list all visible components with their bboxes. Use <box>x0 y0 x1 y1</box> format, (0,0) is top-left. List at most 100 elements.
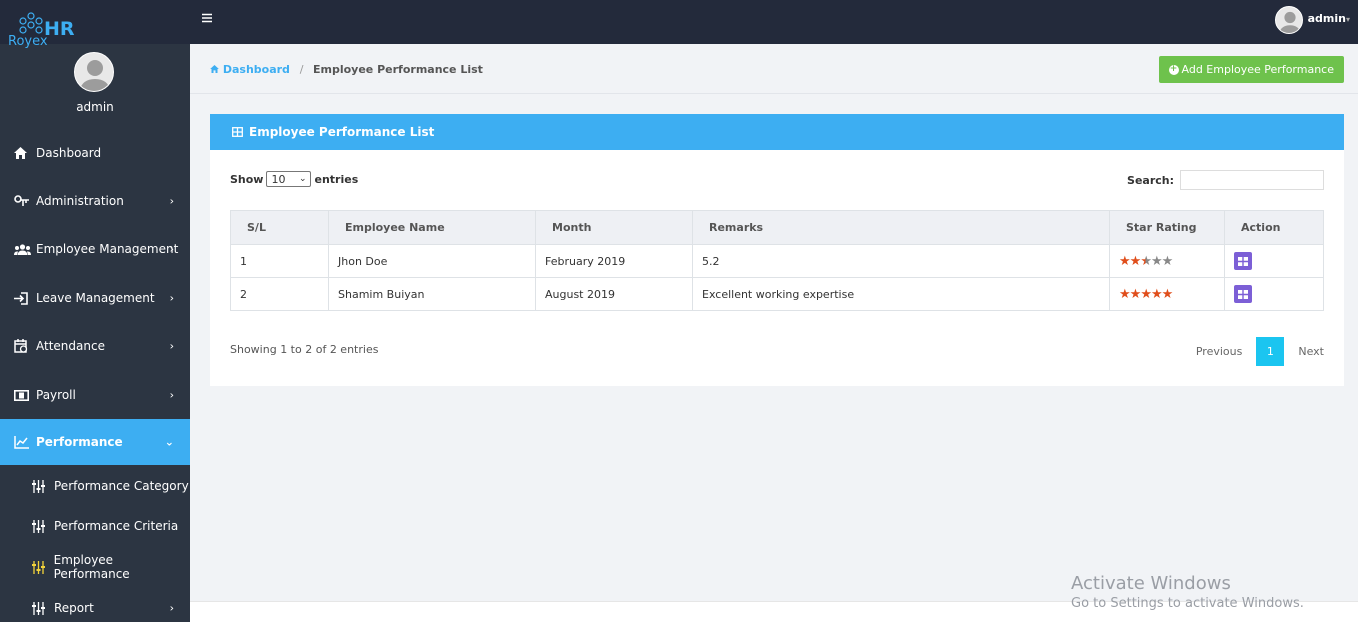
money-bill-icon <box>14 388 32 402</box>
star-icon: ★ <box>1150 253 1163 269</box>
entries-label: entries <box>314 172 359 186</box>
star-icon: ★ <box>1150 286 1163 302</box>
search-label: Search: <box>1127 173 1174 187</box>
entries-select-value: 10 <box>271 172 286 186</box>
card-title: Employee Performance List <box>249 125 435 139</box>
table-row: 2 Shamim Buiyan August 2019 Excellent wo… <box>230 277 1324 311</box>
sidebar-item-label: Administration <box>36 194 124 208</box>
table-row: 1 Jhon Doe February 2019 5.2 ★★★★★ <box>230 244 1324 278</box>
chevron-down-icon: ⌄ <box>298 174 307 184</box>
cell-month: February 2019 <box>535 244 693 278</box>
logo-royex-text: Royex <box>8 34 48 49</box>
chevron-right-icon: › <box>169 242 174 256</box>
sidebar-item-label: Performance <box>36 435 123 449</box>
star-icon: ★ <box>1119 253 1131 269</box>
cell-star-rating: ★★★★★ <box>1109 277 1225 311</box>
view-button[interactable] <box>1234 252 1252 270</box>
home-icon <box>14 146 32 160</box>
pagination: Previous 1 Next <box>1196 337 1324 366</box>
cell-action <box>1224 244 1324 278</box>
sign-in-icon <box>14 291 32 305</box>
star-icon: ★ <box>1129 253 1142 269</box>
column-header-month[interactable]: Month <box>535 210 693 245</box>
breadcrumb-current: Employee Performance List <box>313 63 483 76</box>
chevron-right-icon: › <box>169 339 174 353</box>
table-icon <box>232 127 243 137</box>
caret-down-icon: ▾ <box>1345 15 1350 24</box>
cell-remarks: Excellent working expertise <box>692 277 1110 311</box>
user-menu[interactable]: admin▾ <box>1308 12 1350 25</box>
sidebar-item-label: Employee Management <box>36 242 179 256</box>
search-input[interactable] <box>1180 170 1324 190</box>
watermark-title: Activate Windows <box>1071 573 1231 594</box>
profile-avatar[interactable] <box>74 52 114 92</box>
table-info: Showing 1 to 2 of 2 entries <box>230 343 379 356</box>
breadcrumb: Dashboard / Employee Performance List <box>210 63 483 76</box>
star-rating: ★★★★★ <box>1119 253 1174 269</box>
sliders-icon <box>32 560 50 574</box>
user-avatar-icon <box>1279 11 1301 33</box>
entries-select[interactable]: 10 ⌄ <box>266 171 312 187</box>
add-employee-performance-button[interactable]: + Add Employee Performance <box>1158 56 1344 83</box>
home-icon <box>210 63 219 76</box>
card-header: Employee Performance List <box>210 114 1344 150</box>
star-icon: ★ <box>1161 253 1174 269</box>
royex-hr-logo[interactable]: HR Royex <box>8 10 88 50</box>
windows-activation-watermark: Activate Windows Go to Settings to activ… <box>1071 573 1304 611</box>
sidebar-subitem-performance-criteria[interactable]: Performance Criteria <box>0 506 190 546</box>
sliders-icon <box>32 601 50 615</box>
pagination-page-1[interactable]: 1 <box>1256 337 1285 366</box>
cell-sl: 1 <box>230 244 329 278</box>
pagination-previous[interactable]: Previous <box>1196 345 1243 358</box>
breadcrumb-separator: / <box>299 63 304 76</box>
sidebar-item-leave-management[interactable]: Leave Management › <box>0 275 190 321</box>
sidebar-item-label: Payroll <box>36 388 76 402</box>
sidebar-subitem-employee-performance[interactable]: Employee Performance <box>0 547 190 587</box>
menu-toggle-icon[interactable] <box>202 12 216 26</box>
topbar-avatar[interactable] <box>1275 6 1303 34</box>
sliders-icon <box>32 519 50 533</box>
user-name: admin <box>1307 12 1346 25</box>
sidebar: HR Royex admin Dashboard Administration … <box>0 0 190 622</box>
sidebar-subitem-label: Performance Category <box>54 479 189 493</box>
watermark-subtitle: Go to Settings to activate Windows. <box>1071 596 1304 611</box>
line-chart-icon <box>14 435 32 449</box>
chevron-right-icon: › <box>169 601 174 615</box>
calendar-clock-icon <box>14 339 32 353</box>
breadcrumb-home[interactable]: Dashboard <box>210 63 294 76</box>
table-search: Search: <box>1127 170 1324 190</box>
table-header-row: S/L Employee Name Month Remarks Star Rat… <box>230 210 1324 245</box>
logo-hr-text: HR <box>44 18 75 40</box>
pagination-next[interactable]: Next <box>1298 345 1324 358</box>
sidebar-item-label: Attendance <box>36 339 105 353</box>
sidebar-item-payroll[interactable]: Payroll › <box>0 372 190 418</box>
cell-month: August 2019 <box>535 277 693 311</box>
sidebar-item-attendance[interactable]: Attendance › <box>0 323 190 369</box>
sidebar-item-label: Leave Management <box>36 291 155 305</box>
add-button-label: Add Employee Performance <box>1181 63 1334 76</box>
sidebar-subitem-performance-category[interactable]: Performance Category <box>0 466 190 506</box>
view-button[interactable] <box>1234 285 1252 303</box>
column-header-action[interactable]: Action <box>1224 210 1324 245</box>
sidebar-item-dashboard[interactable]: Dashboard <box>0 130 190 176</box>
star-rating: ★★★★★ <box>1119 286 1174 302</box>
sidebar-item-administration[interactable]: Administration › <box>0 178 190 224</box>
topbar: admin▾ <box>190 0 1358 44</box>
performance-table: S/L Employee Name Month Remarks Star Rat… <box>230 210 1324 311</box>
column-header-sl[interactable]: S/L <box>230 210 329 245</box>
sidebar-item-performance[interactable]: Performance ⌄ <box>0 419 190 465</box>
cell-action <box>1224 277 1324 311</box>
sidebar-item-employee-management[interactable]: Employee Management › <box>0 226 190 272</box>
column-header-employee-name[interactable]: Employee Name <box>328 210 536 245</box>
sidebar-subitem-report[interactable]: Report › <box>0 588 190 622</box>
grid-icon <box>1238 289 1248 299</box>
star-icon: ★ <box>1140 253 1152 269</box>
sidebar-subitem-label: Performance Criteria <box>54 519 179 533</box>
cell-sl: 2 <box>230 277 329 311</box>
star-icon: ★ <box>1161 286 1174 302</box>
column-header-remarks[interactable]: Remarks <box>692 210 1110 245</box>
star-icon: ★ <box>1119 286 1131 302</box>
entries-length-control: Show 10 ⌄ entries <box>230 171 358 187</box>
column-header-star-rating[interactable]: Star Rating <box>1109 210 1225 245</box>
sliders-icon <box>32 479 50 493</box>
